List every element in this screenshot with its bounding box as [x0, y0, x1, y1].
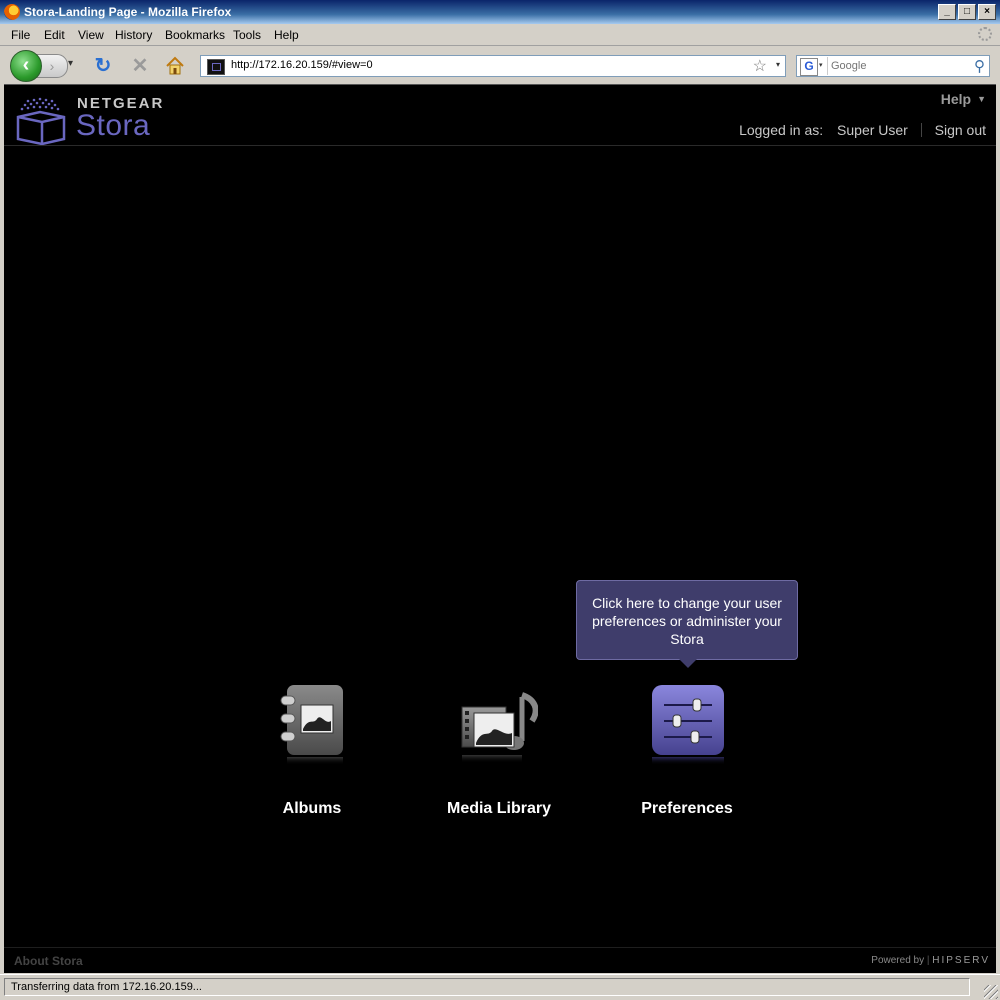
help-caret-icon: ▼	[977, 94, 986, 104]
stora-wordmark: Stora	[76, 109, 151, 142]
albums-icon	[280, 685, 343, 765]
forward-arrow-icon: ›	[49, 58, 55, 74]
preferences-app[interactable]: Preferences	[612, 683, 762, 828]
preferences-icon	[652, 685, 724, 765]
search-icon[interactable]: ⚲	[974, 57, 985, 75]
stora-box-icon	[16, 97, 66, 145]
menu-edit[interactable]: Edit	[44, 28, 65, 42]
firefox-icon	[4, 4, 20, 20]
logged-in-label: Logged in as:	[739, 122, 824, 138]
albums-label: Albums	[282, 800, 342, 817]
address-bar[interactable]: http://172.16.20.159/#view=0 ☆ ▾	[200, 55, 786, 77]
bookmark-star-icon[interactable]: ☆	[753, 56, 767, 76]
preferences-label: Preferences	[641, 800, 733, 817]
status-text: Transferring data from 172.16.20.159...	[11, 981, 202, 993]
about-stora-link[interactable]: About Stora	[14, 954, 83, 968]
search-bar[interactable]: G ▾ ⚲	[796, 55, 990, 77]
reload-icon[interactable]: ↻	[92, 55, 114, 77]
menu-view[interactable]: View	[78, 28, 104, 42]
window-title: Stora-Landing Page - Mozilla Firefox	[24, 5, 232, 19]
albums-app[interactable]: Albums	[237, 683, 387, 828]
resize-grip-icon[interactable]	[984, 985, 998, 999]
menu-tools[interactable]: Tools	[233, 28, 261, 42]
search-separator	[827, 57, 828, 75]
preferences-tooltip: Click here to change your user preferenc…	[576, 580, 798, 668]
close-button[interactable]: ×	[978, 4, 996, 20]
media-library-app[interactable]: Media Library	[424, 683, 574, 828]
home-icon[interactable]	[164, 55, 186, 77]
history-dropdown-icon[interactable]: ▾	[68, 58, 73, 69]
loading-throbber-icon	[978, 27, 992, 41]
url-text[interactable]: http://172.16.20.159/#view=0	[231, 59, 373, 71]
stora-page: NETGEAR Stora Help ▼ Logged in as: Super …	[4, 84, 996, 973]
search-input[interactable]	[831, 58, 963, 74]
menu-file[interactable]: File	[11, 28, 30, 42]
status-panel: Transferring data from 172.16.20.159...	[4, 978, 970, 996]
help-menu[interactable]: Help ▼	[941, 91, 986, 107]
user-name-link[interactable]: Super User	[837, 122, 908, 138]
back-arrow-icon: ‹	[22, 54, 30, 76]
menu-help[interactable]: Help	[274, 28, 299, 42]
media-library-icon	[461, 692, 538, 763]
engine-dropdown-icon[interactable]: ▾	[819, 61, 823, 69]
powered-by-label: Powered by	[871, 955, 925, 966]
hipserv-logo: HIPSERV	[932, 955, 990, 966]
powered-separator: |	[926, 955, 930, 966]
status-bar: Transferring data from 172.16.20.159...	[0, 974, 1000, 1000]
google-engine-icon[interactable]: G	[800, 58, 818, 76]
sign-out-link[interactable]: Sign out	[935, 122, 986, 138]
back-button[interactable]: ‹	[10, 50, 42, 82]
navigation-toolbar: › ‹ ▾ ↻ ✕ http://172.16.20.159/#view=0 ☆…	[0, 46, 1000, 84]
powered-by: Powered by | HIPSERV	[871, 955, 990, 966]
help-label: Help	[940, 91, 972, 107]
stop-icon[interactable]: ✕	[129, 55, 151, 77]
media-library-label: Media Library	[446, 800, 552, 817]
menu-bookmarks[interactable]: Bookmarks	[165, 28, 225, 42]
url-dropdown-icon[interactable]: ▾	[776, 60, 780, 69]
netgear-stora-logo[interactable]: NETGEAR Stora	[14, 93, 184, 145]
site-favicon-icon	[207, 59, 225, 75]
header-divider	[4, 145, 996, 146]
window-titlebar: Stora-Landing Page - Mozilla Firefox _ □…	[0, 0, 1000, 24]
menu-history[interactable]: History	[115, 28, 152, 42]
user-status: Logged in as: Super User Sign out	[739, 122, 986, 138]
user-separator	[920, 123, 922, 137]
footer-divider	[4, 947, 996, 948]
menu-bar: File Edit View History Bookmarks Tools H…	[0, 24, 1000, 46]
window-controls: _ □ ×	[938, 4, 996, 20]
maximize-button[interactable]: □	[958, 4, 976, 20]
minimize-button[interactable]: _	[938, 4, 956, 20]
